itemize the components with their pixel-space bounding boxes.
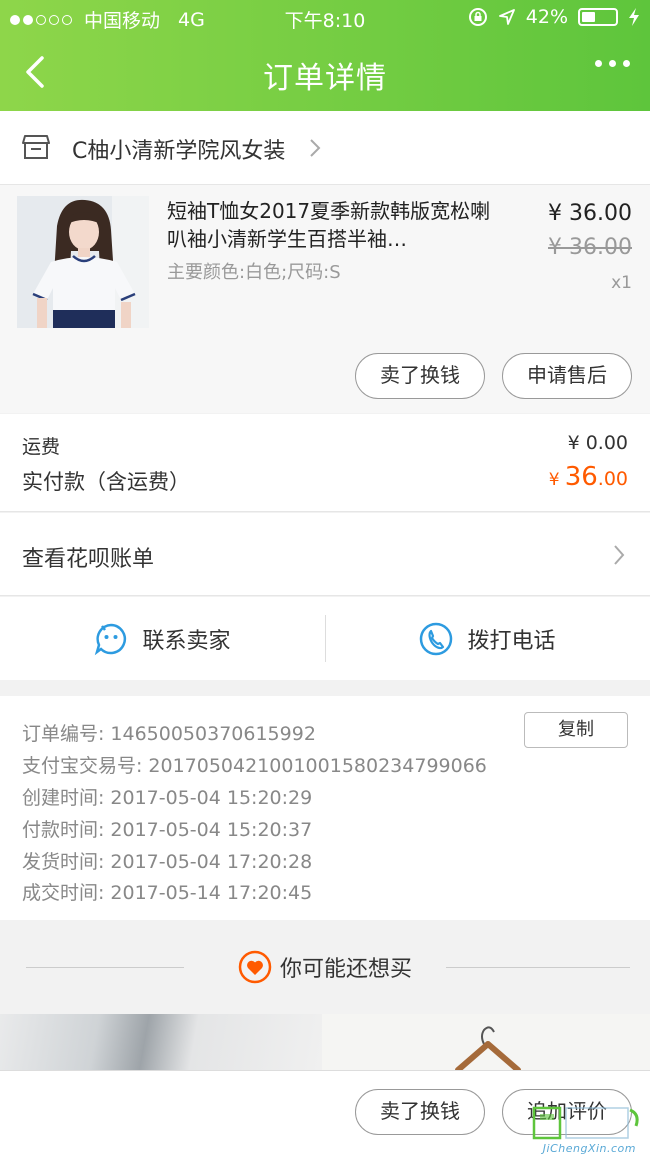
orientation-lock-icon xyxy=(468,8,487,26)
paid-label: 实付款（含运费） xyxy=(22,470,190,494)
product-price: ¥ 36.00 xyxy=(548,201,632,226)
product-thumbnail[interactable] xyxy=(17,196,149,328)
shipping-label: 运费 xyxy=(22,436,61,458)
call-phone-label: 拨打电话 xyxy=(467,628,556,654)
pay-time-key: 付款时间: xyxy=(22,819,105,841)
contact-seller-button[interactable]: 联系卖家 xyxy=(0,597,325,680)
deal-time-line: 成交时间: 2017-05-14 17:20:45 xyxy=(22,878,312,905)
deal-time-key: 成交时间: xyxy=(22,882,105,904)
huabei-label: 查看花呗账单 xyxy=(22,547,155,572)
copy-button[interactable]: 复制 xyxy=(524,712,628,748)
product-title[interactable]: 短袖T恤女2017夏季新款韩版宽松喇叭袖小清新学生百搭半袖… xyxy=(167,197,497,253)
recommend-item-image[interactable] xyxy=(0,1014,322,1070)
create-time-line: 创建时间: 2017-05-04 15:20:29 xyxy=(22,783,312,810)
nav-bar: 订单详情 xyxy=(0,36,650,111)
alipay-trade-key: 支付宝交易号: xyxy=(22,755,143,777)
ship-time-key: 发货时间: xyxy=(22,851,105,873)
product-original-price: ¥ 36.00 xyxy=(548,235,632,260)
order-number-value: 14650050370615992 xyxy=(110,723,316,745)
order-number-key: 订单编号: xyxy=(22,723,105,745)
sell-button[interactable]: 卖了换钱 xyxy=(355,353,485,399)
store-icon xyxy=(22,135,50,159)
order-number-line: 订单编号: 14650050370615992 xyxy=(22,719,316,746)
charging-icon xyxy=(629,8,639,26)
after-sale-button[interactable]: 申请售后 xyxy=(502,353,632,399)
chevron-right-icon xyxy=(310,139,321,157)
watermark-text: JiChengXin.com xyxy=(542,1142,636,1155)
fee-summary: 运费 ¥ 0.00 实付款（含运费） ¥ 36.00 xyxy=(0,414,650,512)
shop-row[interactable]: C柚小清新学院风女装 xyxy=(0,111,650,185)
deal-time-value: 2017-05-14 17:20:45 xyxy=(110,882,313,904)
create-time-key: 创建时间: xyxy=(22,787,105,809)
contact-bar: 联系卖家 拨打电话 xyxy=(0,597,650,680)
battery-fill xyxy=(582,12,596,22)
recommend-title: 你可能还想买 xyxy=(0,950,650,984)
bottom-sell-button[interactable]: 卖了换钱 xyxy=(355,1089,485,1135)
chat-bubble-icon xyxy=(95,623,127,655)
battery-percent: 42% xyxy=(525,6,568,28)
hanger-icon xyxy=(455,1026,521,1070)
ship-time-line: 发货时间: 2017-05-04 17:20:28 xyxy=(22,847,312,874)
page-title: 订单详情 xyxy=(263,61,387,96)
paid-currency: ¥ xyxy=(548,470,560,490)
pay-time-value: 2017-05-04 15:20:37 xyxy=(110,819,313,841)
call-phone-button[interactable]: 拨打电话 xyxy=(325,597,650,680)
create-time-value: 2017-05-04 15:20:29 xyxy=(110,787,313,809)
phone-icon xyxy=(420,622,453,655)
alipay-trade-value: 2017050421001001580234799066 xyxy=(148,755,487,777)
recommend-item-image[interactable] xyxy=(322,1014,650,1070)
paid-amount-dec: .00 xyxy=(597,468,628,490)
location-icon xyxy=(498,9,515,25)
watermark-logo: JiChengXin.com xyxy=(526,1104,646,1155)
order-info: 订单编号: 14650050370615992 复制 支付宝交易号: 2017050… xyxy=(0,696,650,920)
product-photo xyxy=(17,196,149,328)
alipay-trade-line: 支付宝交易号: 2017050421001001580234799066 xyxy=(22,751,487,778)
product-quantity: x1 xyxy=(611,273,632,293)
pay-time-line: 付款时间: 2017-05-04 15:20:37 xyxy=(22,815,312,842)
recommend-images xyxy=(0,1014,650,1070)
contact-seller-label: 联系卖家 xyxy=(142,628,231,654)
battery-icon xyxy=(578,8,618,26)
status-right: 42% xyxy=(468,6,640,28)
paid-amount-int: 36 xyxy=(564,462,598,492)
shop-name: C柚小清新学院风女装 xyxy=(72,139,286,164)
header: 中国移动 4G 下午8:10 42% 订单详情 xyxy=(0,0,650,111)
status-bar: 中国移动 4G 下午8:10 42% xyxy=(0,0,650,36)
recommend-header: 你可能还想买 xyxy=(0,920,650,1014)
more-dots-icon[interactable] xyxy=(595,60,630,67)
heart-icon xyxy=(238,950,272,984)
watermark-icon xyxy=(532,1106,639,1140)
shipping-value: ¥ 0.00 xyxy=(567,432,628,454)
product-spec: 主要颜色:白色;尺码:S xyxy=(167,262,341,283)
chevron-right-icon xyxy=(614,545,625,565)
huabei-bill-row[interactable]: 查看花呗账单 xyxy=(0,513,650,596)
recommend-title-label: 你可能还想买 xyxy=(279,957,412,982)
ship-time-value: 2017-05-04 17:20:28 xyxy=(110,851,313,873)
product-card[interactable]: 短袖T恤女2017夏季新款韩版宽松喇叭袖小清新学生百搭半袖… 主要颜色:白色;尺… xyxy=(0,185,650,413)
paid-value: ¥ 36.00 xyxy=(549,462,628,492)
